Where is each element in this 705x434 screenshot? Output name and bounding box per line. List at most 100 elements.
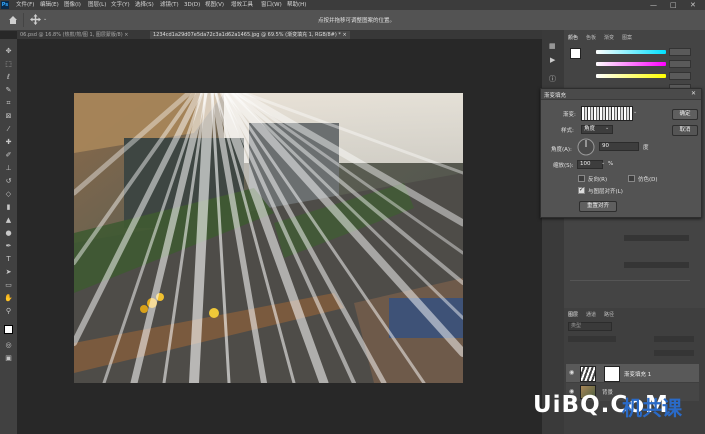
- gradient-dropdown-icon[interactable]: ⌄: [633, 109, 637, 115]
- menu-window[interactable]: 窗口(W): [261, 1, 282, 9]
- menu-plugins[interactable]: 增效工具: [231, 1, 253, 9]
- divider: [570, 280, 690, 281]
- angle-input[interactable]: 90: [599, 142, 639, 151]
- cyan-slider[interactable]: [596, 50, 666, 54]
- foreground-color-swatch[interactable]: [4, 325, 13, 334]
- document-image[interactable]: [74, 93, 463, 383]
- home-icon[interactable]: [8, 15, 18, 24]
- photoshop-logo-icon[interactable]: Ps: [1, 1, 9, 9]
- style-label: 样式:: [561, 128, 574, 134]
- blur-tool-icon[interactable]: ▲: [4, 216, 13, 225]
- tab-gradient-jpg[interactable]: 1234cd1a29d07e5da72c3a1d62a1465.jpg @ 69…: [150, 31, 350, 39]
- menu-bar: Ps 文件(F) 编辑(E) 图像(I) 图层(L) 文字(Y) 选择(S) 滤…: [0, 0, 705, 10]
- eyedropper-tool-icon[interactable]: ⁄: [4, 125, 13, 134]
- divider: [23, 13, 24, 27]
- yellow-slider[interactable]: [596, 74, 666, 78]
- checkmark-icon: ✓: [579, 186, 585, 193]
- menu-layer[interactable]: 图层(L): [88, 1, 106, 9]
- style-dropdown-icon[interactable]: ⌄: [605, 125, 609, 131]
- menu-help[interactable]: 帮助(H): [287, 1, 306, 9]
- ok-button[interactable]: 确定: [672, 109, 698, 120]
- foreground-color-chip[interactable]: [570, 48, 581, 59]
- align-with-layer-label: 与图层对齐(L): [588, 189, 623, 195]
- dialog-title: 渐变填充: [544, 93, 567, 99]
- maximize-icon[interactable]: □: [670, 0, 677, 10]
- angle-dial[interactable]: [577, 138, 595, 156]
- fill-field[interactable]: [654, 350, 694, 356]
- align-with-layer-checkbox[interactable]: ✓: [578, 186, 585, 194]
- close-window-icon[interactable]: ✕: [690, 0, 696, 10]
- layer-filter-kind[interactable]: 类型: [568, 322, 612, 331]
- move-icon[interactable]: [30, 14, 41, 25]
- magenta-slider[interactable]: [596, 62, 666, 66]
- reverse-checkbox[interactable]: [578, 175, 585, 182]
- hand-tool-icon[interactable]: ✋: [4, 294, 13, 303]
- tab-color[interactable]: 颜色: [568, 34, 578, 41]
- layer-name: 渐变填充 1: [624, 372, 652, 378]
- property-slider-1[interactable]: [624, 235, 689, 241]
- tab-patterns[interactable]: 图案: [622, 34, 632, 41]
- shape-tool-icon[interactable]: ▭: [4, 281, 13, 290]
- options-hint-text: 点按并拖移可调整图案的位置。: [318, 18, 396, 24]
- history-brush-tool-icon[interactable]: ↺: [4, 177, 13, 186]
- menu-filter[interactable]: 滤镜(T): [160, 1, 179, 9]
- minimize-icon[interactable]: —: [650, 0, 657, 10]
- magenta-value[interactable]: [669, 60, 691, 68]
- dither-checkbox[interactable]: [628, 175, 635, 182]
- brush-tool-icon[interactable]: ✐: [4, 151, 13, 160]
- quick-select-tool-icon[interactable]: ✎: [4, 86, 13, 95]
- tab-swatches[interactable]: 色板: [586, 34, 596, 41]
- menu-edit[interactable]: 编辑(E): [40, 1, 59, 9]
- actions-panel-icon[interactable]: ▶: [550, 56, 555, 64]
- zoom-tool-icon[interactable]: ⚲: [4, 307, 13, 316]
- crop-tool-icon[interactable]: ⌗: [4, 99, 13, 108]
- frame-tool-icon[interactable]: ⊠: [4, 112, 13, 121]
- gradient-tool-icon[interactable]: ▮: [4, 203, 13, 212]
- watermark-cjk: 机共课: [622, 396, 682, 420]
- quick-mask-icon[interactable]: ◎: [4, 341, 13, 350]
- opacity-field[interactable]: [654, 336, 694, 342]
- tab-channels[interactable]: 通道: [586, 311, 596, 318]
- dodge-tool-icon[interactable]: ●: [4, 229, 13, 238]
- healing-brush-tool-icon[interactable]: ✚: [4, 138, 13, 147]
- path-select-tool-icon[interactable]: ➤: [4, 268, 13, 277]
- screen-mode-icon[interactable]: ▣: [4, 354, 13, 363]
- blend-mode-select[interactable]: [568, 336, 616, 342]
- lasso-tool-icon[interactable]: ℓ: [4, 73, 13, 82]
- gradient-thumbnail: [580, 366, 596, 382]
- scale-dropdown-icon[interactable]: ⌄: [601, 160, 605, 166]
- chevron-down-icon[interactable]: ⌄: [43, 16, 47, 22]
- clone-stamp-tool-icon[interactable]: ⊥: [4, 164, 13, 173]
- yellow-value[interactable]: [669, 72, 691, 80]
- scale-label: 缩放(S):: [553, 163, 574, 169]
- menu-image[interactable]: 图像(I): [64, 1, 81, 9]
- menu-select[interactable]: 选择(S): [135, 1, 154, 9]
- tab-layers[interactable]: 图层: [568, 311, 578, 318]
- history-panel-icon[interactable]: ▦: [549, 42, 556, 50]
- cancel-button[interactable]: 取消: [672, 125, 698, 136]
- property-slider-2[interactable]: [624, 262, 689, 268]
- move-tool-icon[interactable]: ✥: [4, 47, 13, 56]
- menu-3d[interactable]: 3D(D): [184, 1, 200, 9]
- scale-input[interactable]: 100: [577, 160, 603, 169]
- reset-alignment-button[interactable]: 重置对齐: [579, 201, 617, 212]
- tab-gradients[interactable]: 渐变: [604, 34, 614, 41]
- menu-file[interactable]: 文件(F): [16, 1, 34, 9]
- layer-mask-thumbnail[interactable]: [604, 366, 620, 382]
- cyan-value[interactable]: [669, 48, 691, 56]
- dialog-titlebar[interactable]: 渐变填充 ✕: [541, 89, 701, 100]
- info-panel-icon[interactable]: ⓘ: [549, 74, 556, 84]
- visibility-eye-icon[interactable]: ◉: [569, 369, 574, 376]
- gradient-preview[interactable]: [581, 106, 633, 121]
- pen-tool-icon[interactable]: ✒: [4, 242, 13, 251]
- marquee-tool-icon[interactable]: ⬚: [4, 60, 13, 69]
- menu-type[interactable]: 文字(Y): [111, 1, 130, 9]
- menu-view[interactable]: 视图(V): [205, 1, 224, 9]
- dither-label: 仿色(D): [638, 177, 658, 183]
- tab-paths[interactable]: 路径: [604, 311, 614, 318]
- eraser-tool-icon[interactable]: ◇: [4, 190, 13, 199]
- tab-06-psd[interactable]: 06.psd @ 16.8% (热煎/煎/图 1, 图层蒙版/8) ×: [17, 31, 131, 39]
- close-icon[interactable]: ✕: [691, 90, 696, 97]
- type-tool-icon[interactable]: T: [4, 255, 13, 264]
- layer-row-gradient-fill[interactable]: ◉ 渐变填充 1: [566, 364, 699, 382]
